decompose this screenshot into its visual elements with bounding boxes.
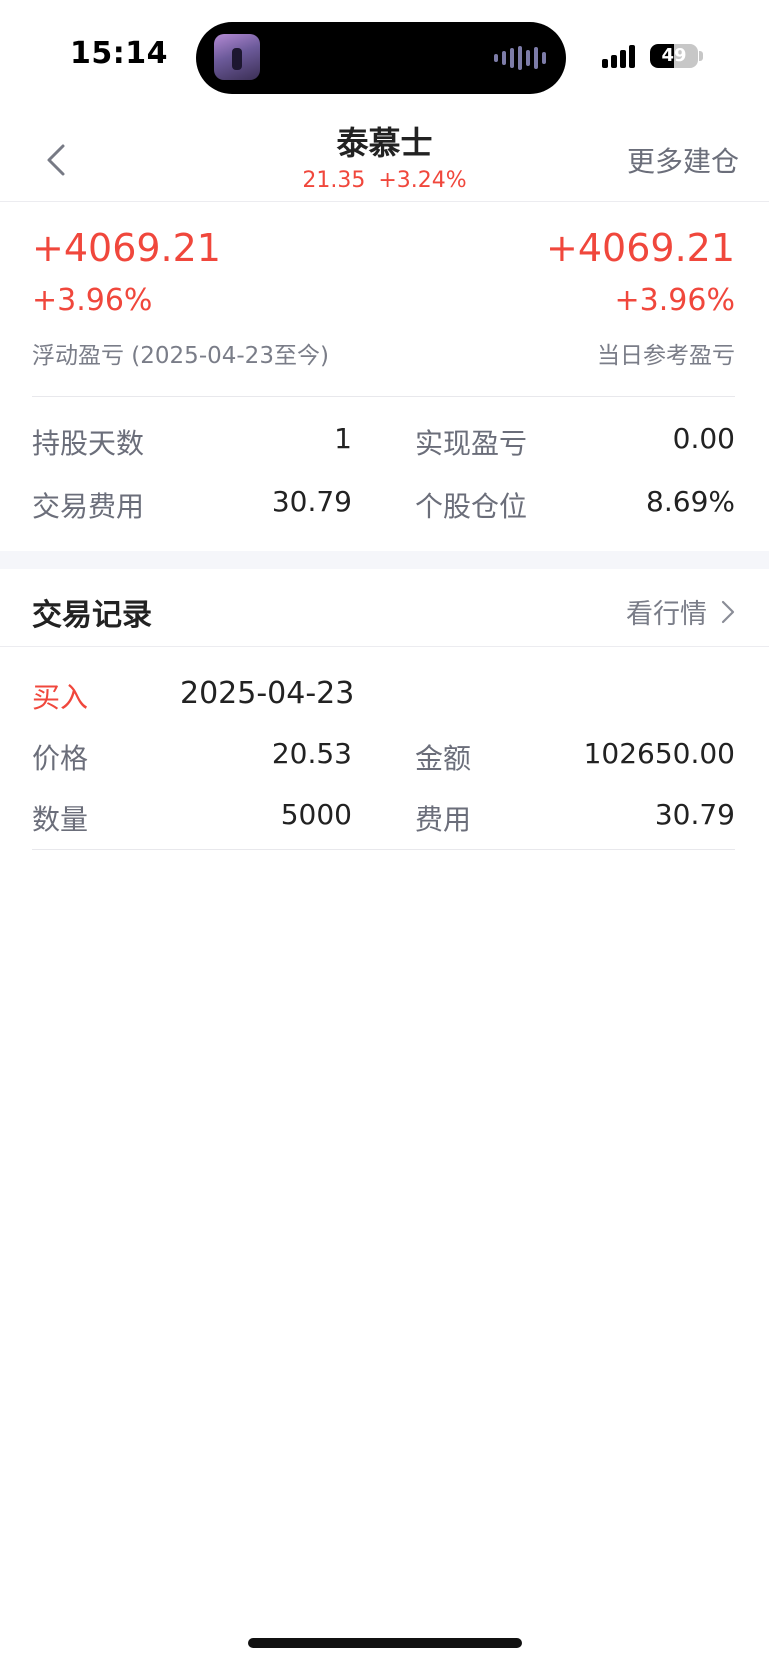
trade-fee-label: 交易费用 bbox=[32, 490, 145, 523]
realized-pnl-label: 实现盈亏 bbox=[415, 427, 528, 460]
trade-date: 2025-04-23 bbox=[180, 676, 355, 711]
trade-amount-value: 102650.00 bbox=[583, 737, 735, 770]
holding-days-label: 持股天数 bbox=[32, 427, 145, 460]
summary-divider bbox=[32, 396, 735, 397]
trade-fee-value: 30.79 bbox=[271, 485, 352, 518]
record-divider bbox=[32, 849, 735, 850]
floating-pnl-amount: +4069.21 bbox=[32, 226, 221, 270]
floating-pnl-label: 浮动盈亏 (2025-04-23至今) bbox=[32, 343, 329, 369]
trade-fee-value-record: 30.79 bbox=[654, 798, 735, 831]
trade-price-label: 价格 bbox=[32, 742, 89, 775]
daily-pnl-label: 当日参考盈亏 bbox=[597, 343, 735, 369]
trade-records-title: 交易记录 bbox=[32, 598, 152, 633]
trade-amount-label: 金额 bbox=[415, 742, 472, 775]
view-market-label: 看行情 bbox=[626, 599, 707, 630]
battery-cap bbox=[699, 51, 703, 61]
chevron-right-icon bbox=[721, 600, 735, 623]
trade-quantity-label: 数量 bbox=[32, 803, 89, 836]
battery-icon: 49 bbox=[650, 44, 698, 68]
status-time: 15:14 bbox=[70, 36, 168, 71]
cellular-signal-icon bbox=[602, 44, 635, 68]
trade-quantity-value: 5000 bbox=[280, 798, 352, 831]
position-ratio-value: 8.69% bbox=[646, 485, 735, 518]
battery-percentage: 49 bbox=[661, 45, 687, 66]
floating-pnl-percent: +3.96% bbox=[32, 283, 153, 318]
audio-waveform-icon bbox=[494, 46, 546, 70]
section-separator bbox=[0, 551, 769, 569]
holding-days-value: 1 bbox=[334, 422, 352, 455]
daily-pnl-percent: +3.96% bbox=[614, 283, 735, 318]
position-ratio-label: 个股仓位 bbox=[415, 490, 528, 523]
view-market-link[interactable]: 看行情 bbox=[626, 592, 735, 631]
records-header-divider bbox=[0, 646, 769, 647]
music-artwork-thumbnail bbox=[214, 34, 260, 80]
realized-pnl-value: 0.00 bbox=[672, 422, 735, 455]
stock-price: 21.35 bbox=[302, 168, 366, 193]
trade-fee-label-record: 费用 bbox=[415, 803, 472, 836]
home-indicator[interactable] bbox=[248, 1638, 522, 1648]
daily-pnl-amount: +4069.21 bbox=[546, 226, 735, 270]
stock-change-percent: +3.24% bbox=[378, 168, 467, 193]
more-positions-button[interactable]: 更多建仓 bbox=[627, 140, 739, 180]
trade-price-value: 20.53 bbox=[271, 737, 352, 770]
nav-divider bbox=[0, 201, 769, 202]
trade-type-label: 买入 bbox=[32, 681, 89, 714]
dynamic-island[interactable] bbox=[196, 22, 566, 94]
